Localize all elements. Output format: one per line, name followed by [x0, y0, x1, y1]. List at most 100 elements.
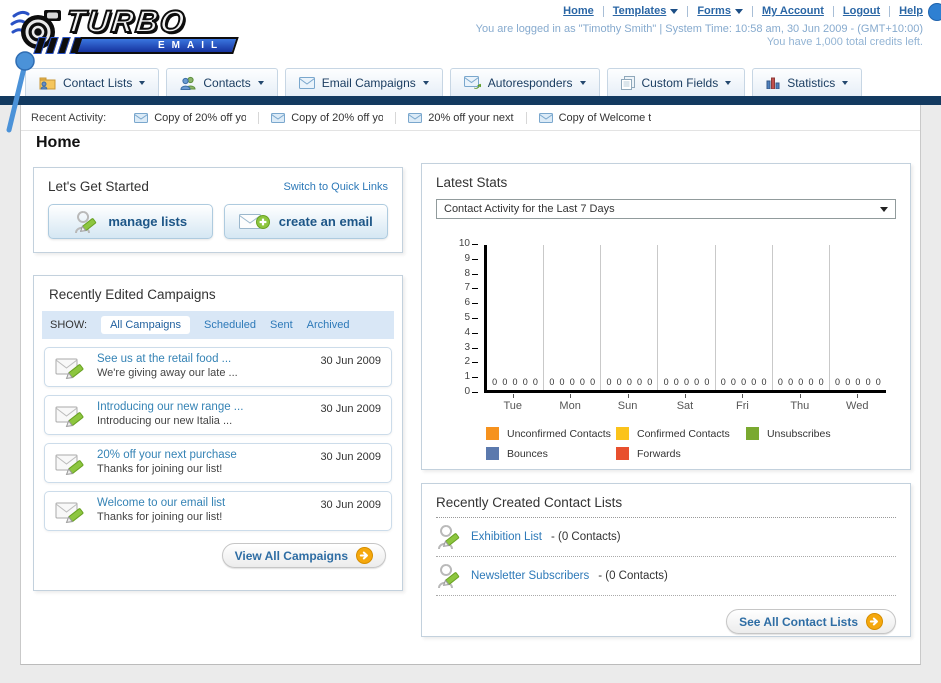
nav-tab-custom-fields[interactable]: Custom Fields	[606, 68, 746, 96]
campaign-row[interactable]: 20% off your next purchase Thanks for joi…	[44, 443, 392, 483]
contact-list-link[interactable]: Exhibition List	[471, 531, 542, 543]
link-help[interactable]: Help	[899, 5, 923, 17]
create-email-label: create an email	[278, 214, 373, 229]
content-area: Recent Activity: Copy of 20% off yo Copy…	[20, 105, 921, 665]
campaigns-panel: Recently Edited Campaigns SHOW: All Camp…	[33, 275, 403, 591]
create-email-button[interactable]: create an email	[223, 204, 388, 239]
nav-tab-autoresponders[interactable]: Autoresponders	[449, 68, 600, 96]
caret-down-icon	[139, 80, 146, 85]
manage-lists-button[interactable]: manage lists	[48, 204, 213, 239]
chart-value-label: 0	[579, 377, 585, 388]
filter-scheduled[interactable]: Scheduled	[204, 319, 256, 331]
chart-value-label: 0	[663, 377, 669, 388]
nav-tab-label: Custom Fields	[641, 75, 719, 90]
x-axis-label: Fri	[714, 394, 771, 412]
recent-activity-label: Recent Activity:	[31, 111, 107, 124]
campaign-link[interactable]: 20% off your next purchase	[97, 449, 310, 461]
chart-value-label: 0	[559, 377, 565, 388]
logo-subtitle: EMAIL	[157, 40, 224, 51]
stats-dropdown[interactable]: Contact Activity for the Last 7 Days	[436, 199, 896, 219]
y-tick-label: 2	[464, 356, 470, 368]
campaign-row[interactable]: See us at the retail food ... We're givin…	[44, 347, 392, 387]
chart-value-label: 0	[502, 377, 508, 388]
y-tick-label: 1	[464, 371, 470, 383]
list-edit-icon	[438, 564, 460, 589]
campaign-date: 30 Jun 2009	[320, 355, 381, 367]
help-bubble-icon[interactable]	[928, 3, 941, 21]
chart-value-label: 0	[761, 377, 767, 388]
contact-list-link[interactable]: Newsletter Subscribers	[471, 570, 589, 582]
nav-tab-contacts[interactable]: Contacts	[166, 68, 278, 96]
contact-list-row[interactable]: Newsletter Subscribers - (0 Contacts)	[436, 557, 896, 596]
caret-down-icon	[880, 206, 888, 212]
filter-archived[interactable]: Archived	[307, 319, 350, 331]
link-templates[interactable]: Templates	[613, 5, 679, 17]
chart-value-label: 0	[647, 377, 653, 388]
y-tick-label: 5	[464, 312, 470, 323]
arrow-circle-icon	[356, 547, 373, 564]
recent-activity-item[interactable]: Copy of Welcome to	[525, 111, 663, 124]
y-tick-mark	[472, 318, 478, 319]
chart-value-label: 0	[694, 377, 700, 388]
campaign-subtitle: Introducing our new Italia ...	[97, 415, 233, 427]
x-axis-label: Sun	[599, 394, 656, 412]
page-title: Home	[36, 134, 81, 151]
campaign-subtitle: We're giving away our late ...	[97, 367, 238, 379]
campaign-filter-bar: SHOW: All Campaigns Scheduled Sent Archi…	[42, 311, 394, 339]
main-nav: Contact Lists Contacts Email Campaigns A…	[0, 68, 941, 96]
link-logout[interactable]: Logout	[843, 5, 880, 17]
legend-swatch	[745, 427, 759, 440]
divider	[751, 5, 753, 17]
contact-list-row[interactable]: Exhibition List - (0 Contacts)	[436, 518, 896, 557]
campaign-row[interactable]: Welcome to our email list Thanks for join…	[44, 491, 392, 531]
filter-sent[interactable]: Sent	[270, 319, 293, 331]
credits-text: You have 1,000 total credits left.	[766, 36, 923, 48]
list-edit-icon	[438, 525, 460, 550]
nav-tab-label: Statistics	[787, 75, 836, 90]
nav-tab-contact-lists[interactable]: Contact Lists	[25, 68, 160, 96]
recent-activity-item[interactable]: 20% off your next	[395, 111, 525, 124]
campaign-edit-icon	[55, 454, 84, 475]
nav-divider-bar	[0, 96, 941, 105]
envelope-reply-icon	[463, 76, 481, 89]
switch-quick-links[interactable]: Switch to Quick Links	[283, 181, 388, 193]
view-all-campaigns-button[interactable]: View All Campaigns	[221, 543, 386, 568]
contact-list-count: - (0 Contacts)	[550, 531, 621, 543]
y-tick-mark	[472, 303, 478, 305]
campaign-link[interactable]: Welcome to our email list	[97, 497, 310, 509]
nav-tab-email-campaigns[interactable]: Email Campaigns	[284, 68, 443, 96]
link-home[interactable]: Home	[563, 5, 594, 17]
chart-value-label: 0	[590, 377, 596, 388]
y-tick-label: 10	[458, 238, 470, 249]
chart-groups: 00000000000000000000000000000000000	[487, 245, 886, 390]
login-status-text: You are logged in as "Timothy Smith" | S…	[475, 23, 923, 35]
campaign-link[interactable]: Introducing our new range ...	[97, 401, 310, 413]
nav-tab-label: Contacts	[203, 75, 251, 90]
recent-activity-item[interactable]: Copy of 20% off yo	[122, 112, 258, 124]
recent-activity-item[interactable]: Copy of 20% off yo	[258, 111, 395, 124]
link-forms[interactable]: Forms	[697, 5, 743, 17]
chart-value-label: 0	[730, 377, 736, 388]
chart-value-label: 0	[751, 377, 757, 388]
caret-down-icon	[725, 80, 732, 85]
y-tick-mark	[472, 332, 478, 334]
y-tick-mark	[472, 362, 478, 364]
legend-item: Unsubscribes	[745, 427, 876, 440]
chart-day-group: 00000	[773, 245, 830, 390]
see-all-contact-lists-button[interactable]: See All Contact Lists	[726, 609, 896, 634]
campaign-link[interactable]: See us at the retail food ...	[97, 353, 310, 365]
chart-value-label: 0	[855, 377, 861, 388]
filter-all-campaigns[interactable]: All Campaigns	[101, 316, 190, 334]
y-tick-label: 7	[464, 282, 470, 294]
envelope-icon	[271, 112, 286, 123]
campaign-edit-icon	[55, 406, 84, 427]
divider	[832, 5, 834, 17]
nav-tab-label: Contact Lists	[63, 75, 133, 90]
chart-value-label: 0	[549, 377, 555, 388]
campaign-row[interactable]: Introducing our new range ... Introducing…	[44, 395, 392, 435]
chart-legend: Unconfirmed Contacts Confirmed Contacts Un…	[486, 427, 876, 467]
nav-tab-statistics[interactable]: Statistics	[752, 68, 863, 96]
recent-activity-bar: Recent Activity: Copy of 20% off yo Copy…	[21, 105, 920, 131]
view-all-campaigns-label: View All Campaigns	[234, 548, 348, 563]
link-my-account[interactable]: My Account	[762, 5, 824, 17]
